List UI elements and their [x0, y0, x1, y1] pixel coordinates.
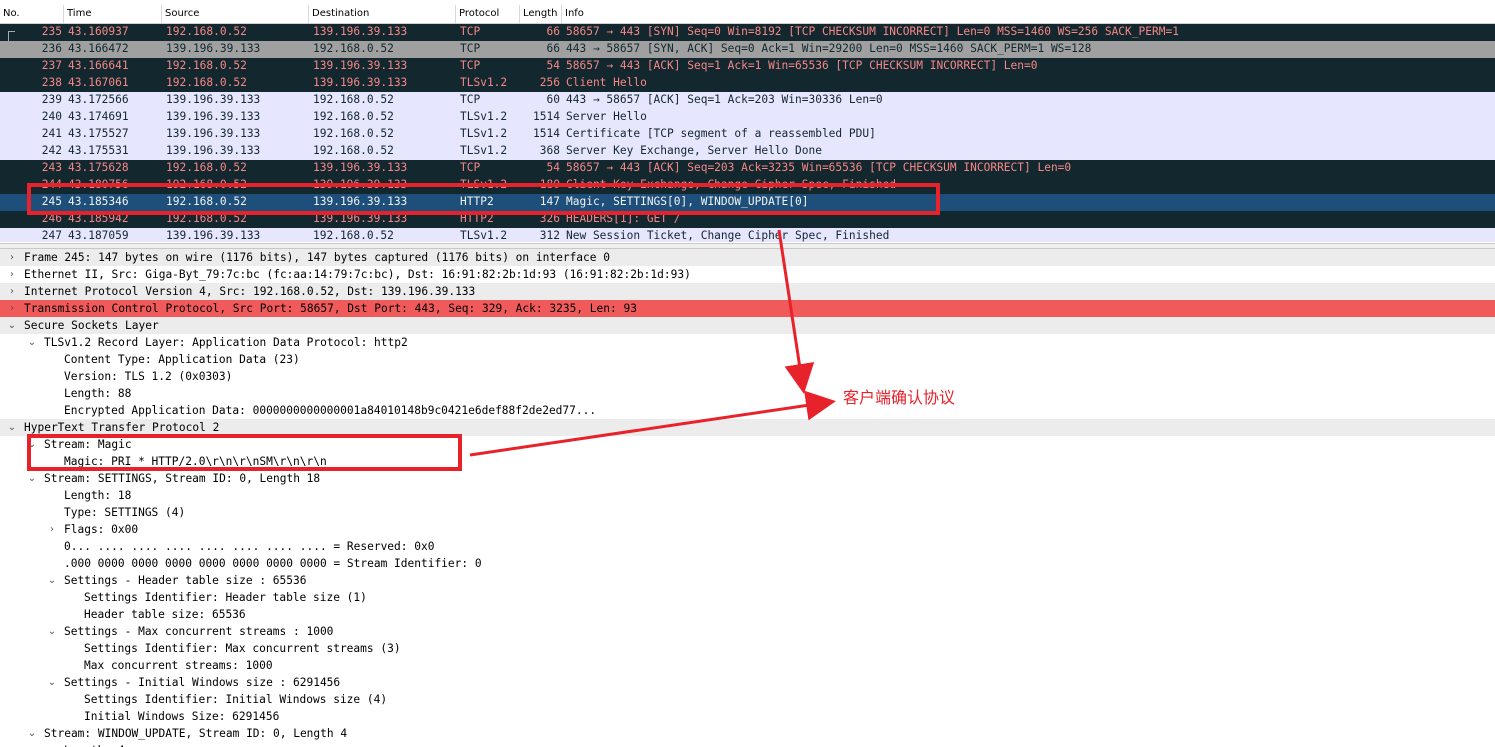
- arrow-from-magic: [469, 390, 836, 457]
- arrow-from-packet: [777, 229, 815, 394]
- annotation-arrows: [469, 229, 836, 457]
